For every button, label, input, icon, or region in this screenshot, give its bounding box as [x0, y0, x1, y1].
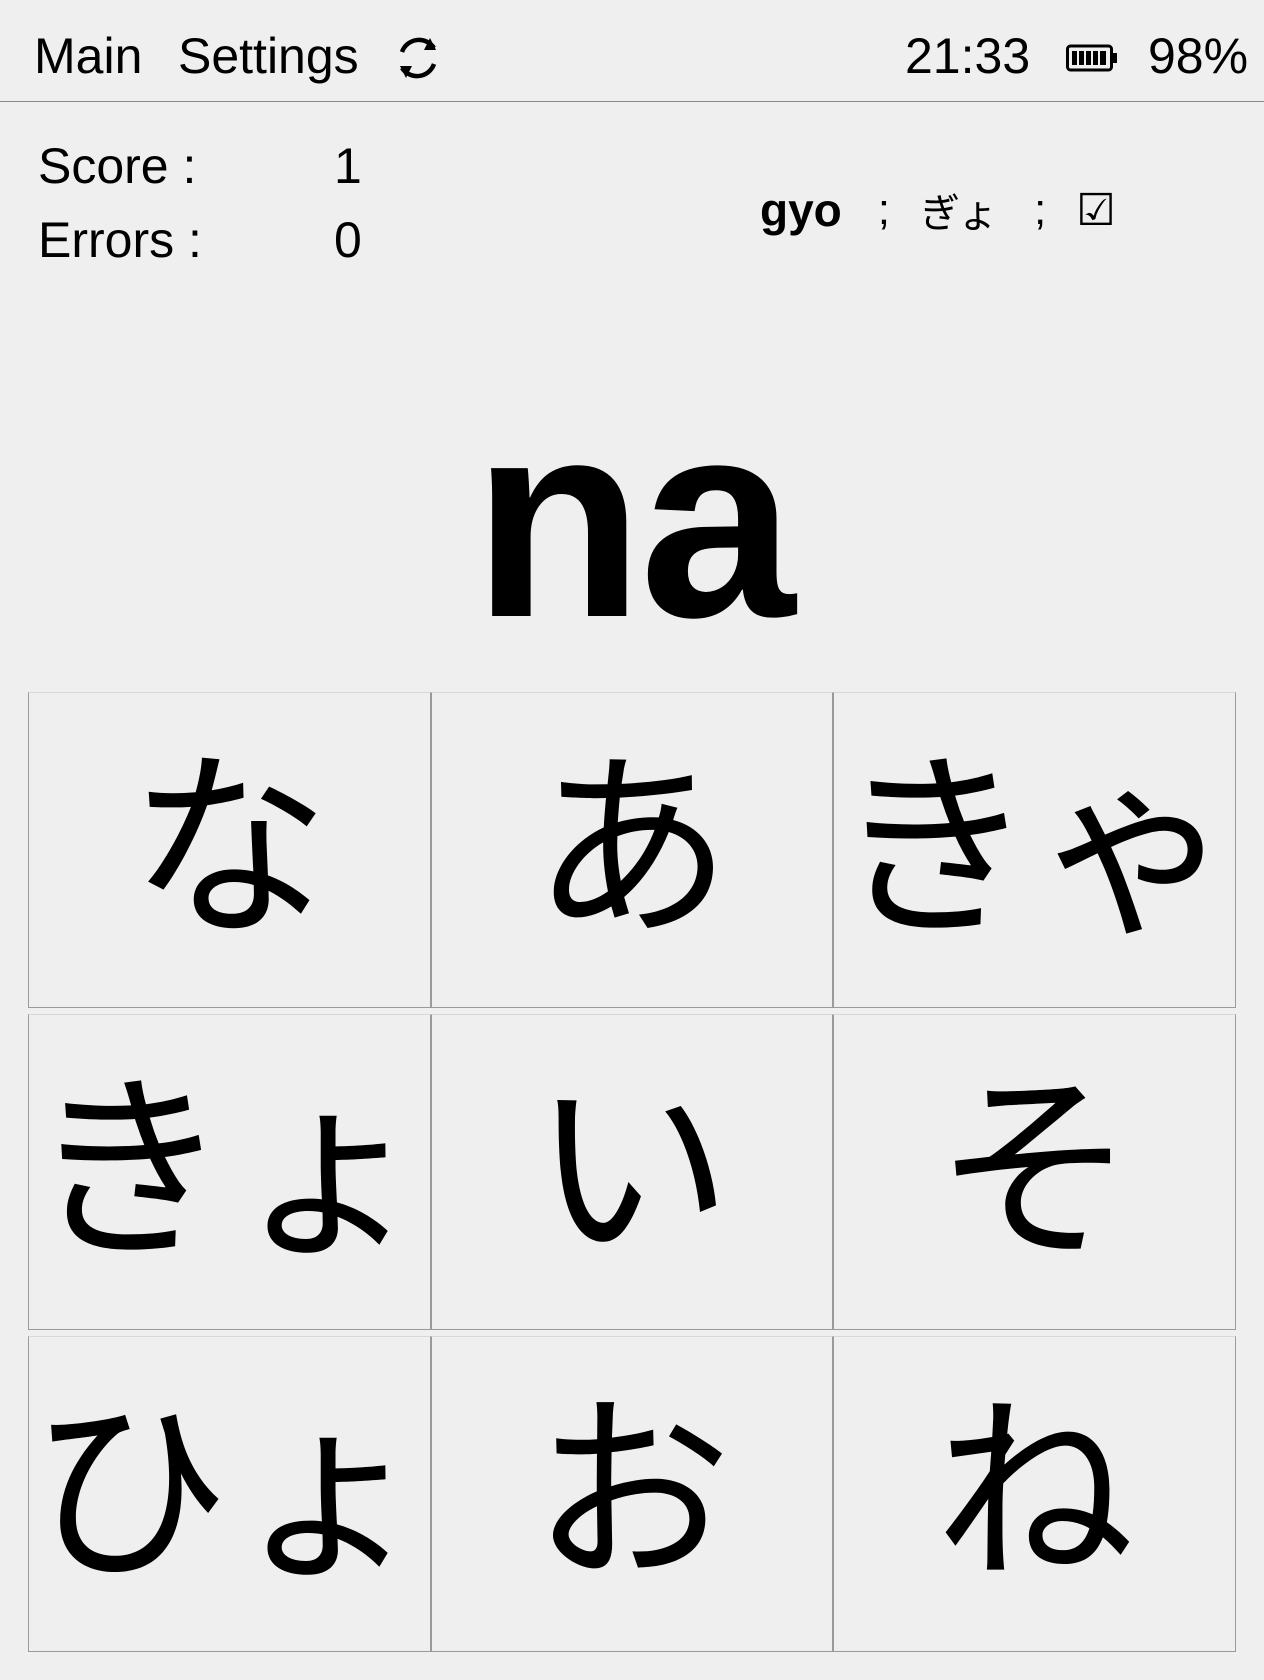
hint-kana: ぎょ: [920, 191, 999, 237]
answer-button[interactable]: きょ: [28, 1014, 431, 1330]
answer-button[interactable]: ね: [833, 1336, 1236, 1652]
battery-percentage: 98%: [1148, 28, 1249, 84]
score-label: Score :: [38, 138, 197, 194]
answer-button[interactable]: お: [430, 1336, 834, 1652]
hint-separator: ;: [1034, 185, 1047, 234]
battery-icon: [1066, 44, 1117, 72]
sync-icon[interactable]: [390, 30, 446, 86]
previous-answer-hint: gyo ; ぎょ ; ☑: [760, 178, 1116, 242]
hint-romaji: gyo: [760, 184, 842, 236]
answer-button[interactable]: あ: [430, 692, 834, 1008]
answer-grid: な あ きゃ きょ い そ ひょ お ね: [28, 692, 1236, 1652]
errors-value: 0: [334, 212, 362, 268]
menu-settings[interactable]: Settings: [178, 26, 359, 86]
answer-button[interactable]: そ: [833, 1014, 1236, 1330]
clock: 21:33: [905, 28, 1031, 84]
menu-main[interactable]: Main: [34, 26, 142, 86]
hint-separator: ;: [877, 185, 891, 234]
check-icon: ☑: [1076, 184, 1116, 236]
prompt-romaji: na: [472, 364, 796, 676]
answer-button[interactable]: い: [430, 1014, 834, 1330]
answer-button[interactable]: ひょ: [28, 1336, 431, 1652]
top-bar: Main Settings 21:33 98%: [0, 0, 1264, 102]
score-value: 1: [334, 138, 362, 194]
answer-button[interactable]: きゃ: [833, 692, 1236, 1008]
answer-button[interactable]: な: [28, 692, 431, 1008]
errors-label: Errors :: [38, 212, 202, 268]
